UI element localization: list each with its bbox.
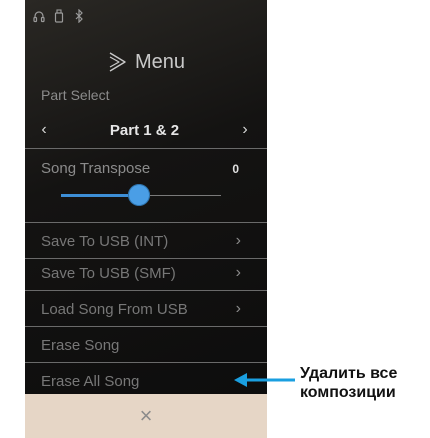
play-outline-icon — [109, 52, 126, 72]
bottom-bar: × — [25, 394, 267, 438]
part-select-row: ‹ Part 1 & 2 › — [25, 114, 267, 146]
menu-item-label: Erase Song — [41, 336, 120, 354]
menu-item-save-to-usb-int[interactable]: Save To USB (INT) › — [25, 224, 267, 258]
chevron-left-icon[interactable]: ‹ — [35, 121, 53, 139]
menu-item-erase-song[interactable]: Erase Song — [25, 328, 267, 362]
song-transpose-value: 0 — [232, 162, 239, 176]
song-transpose-slider-thumb[interactable] — [128, 184, 150, 206]
callout-arrow-icon — [234, 373, 295, 387]
menu-item-save-to-usb-smf[interactable]: Save To USB (SMF) › — [25, 256, 267, 290]
callout-annotation: Удалить все композиции — [300, 364, 428, 402]
chevron-right-icon: › — [235, 300, 241, 317]
headphones-icon — [33, 11, 45, 23]
usb-stick-icon — [54, 9, 64, 23]
song-transpose-label: Song Transpose — [41, 160, 151, 177]
callout-line: композиции — [300, 384, 396, 401]
bluetooth-icon — [75, 9, 83, 23]
close-icon[interactable]: × — [140, 403, 153, 429]
menu-item-label: Save To USB (INT) — [41, 232, 169, 250]
menu-item-load-song-from-usb[interactable]: Load Song From USB › — [25, 292, 267, 326]
slider-track-empty — [139, 195, 221, 196]
page-title: Menu — [134, 50, 186, 73]
menu-item-erase-all-song[interactable]: Erase All Song — [25, 364, 267, 398]
chevron-right-icon: › — [235, 232, 241, 249]
app-screen: Menu Part Select ‹ Part 1 & 2 › Song Tra… — [25, 0, 267, 438]
menu-item-label: Save To USB (SMF) — [41, 264, 176, 282]
menu-item-label: Erase All Song — [41, 372, 140, 390]
divider — [25, 362, 267, 363]
chevron-right-icon[interactable]: › — [236, 121, 254, 139]
divider — [25, 148, 267, 149]
divider — [25, 326, 267, 327]
callout-line: Удалить все — [300, 365, 398, 382]
part-select-label: Part Select — [41, 87, 110, 103]
status-bar — [33, 8, 85, 24]
chevron-right-icon: › — [235, 264, 241, 281]
divider — [25, 222, 267, 223]
menu-header: Menu — [25, 44, 267, 80]
menu-item-label: Load Song From USB — [41, 300, 188, 318]
divider — [25, 290, 267, 291]
part-select-value: Part 1 & 2 — [109, 121, 180, 139]
